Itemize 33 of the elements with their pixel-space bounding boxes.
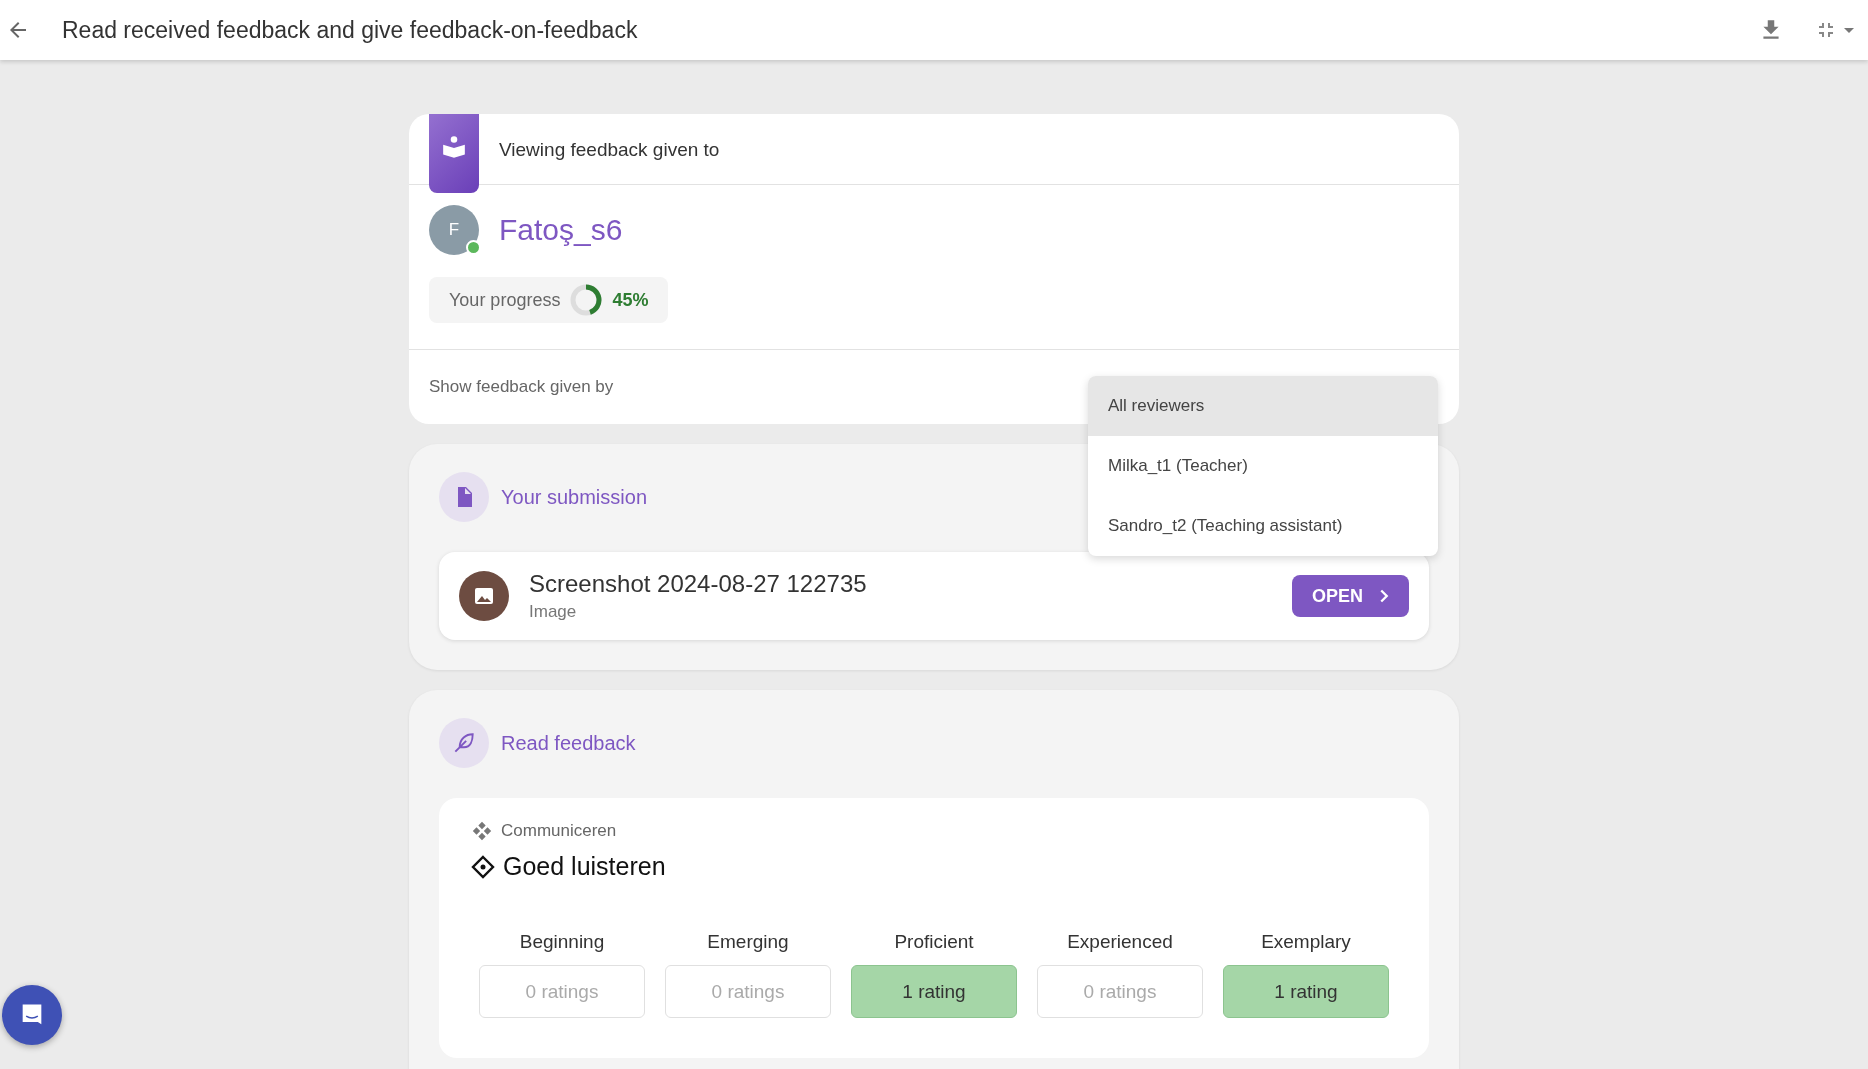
student-name: Fatoş_s6 xyxy=(499,213,623,247)
diamonds-icon xyxy=(471,820,493,842)
criterion-name: Goed luisteren xyxy=(503,852,666,881)
chat-button[interactable] xyxy=(2,985,62,1045)
section-title: Read feedback xyxy=(501,731,636,755)
diamond-target-icon xyxy=(471,854,495,879)
image-file-icon xyxy=(459,571,509,621)
file-type: Image xyxy=(529,602,578,622)
level-label: Beginning xyxy=(519,931,605,953)
level-label: Emerging xyxy=(707,931,789,953)
avatar: F xyxy=(429,205,479,255)
level-label: Exemplary xyxy=(1261,931,1351,953)
menu-item[interactable]: All reviewers xyxy=(1088,376,1438,436)
document-icon xyxy=(439,472,489,522)
progress-value: 45% xyxy=(612,289,649,311)
rating-count: 1 rating xyxy=(1223,965,1389,1018)
level-label: Proficient xyxy=(894,931,974,953)
viewing-heading: Viewing feedback given to xyxy=(499,139,720,161)
rating-count: 0 ratings xyxy=(1037,965,1203,1018)
level-label: Experienced xyxy=(1067,931,1173,953)
rating-count: 0 ratings xyxy=(665,965,831,1018)
page-title: Read received feedback and give feedback-on-feedback xyxy=(62,16,639,44)
rating-count: 1 rating xyxy=(851,965,1017,1018)
progress-label: Your progress xyxy=(449,289,561,311)
filter-label: Show feedback given by xyxy=(429,377,614,397)
rating-count: 0 ratings xyxy=(479,965,645,1018)
file-name: Screenshot 2024-08-27 122735 xyxy=(529,570,868,598)
criterion-group: Communiceren xyxy=(501,821,617,841)
menu-item[interactable]: Sandro_t2 (Teaching assistant) xyxy=(1088,496,1438,556)
menu-item[interactable]: Milka_t1 (Teacher) xyxy=(1088,436,1438,496)
feather-pen-icon xyxy=(439,718,489,768)
section-title: Your submission xyxy=(501,485,647,509)
open-button[interactable]: OPEN xyxy=(1292,575,1409,617)
